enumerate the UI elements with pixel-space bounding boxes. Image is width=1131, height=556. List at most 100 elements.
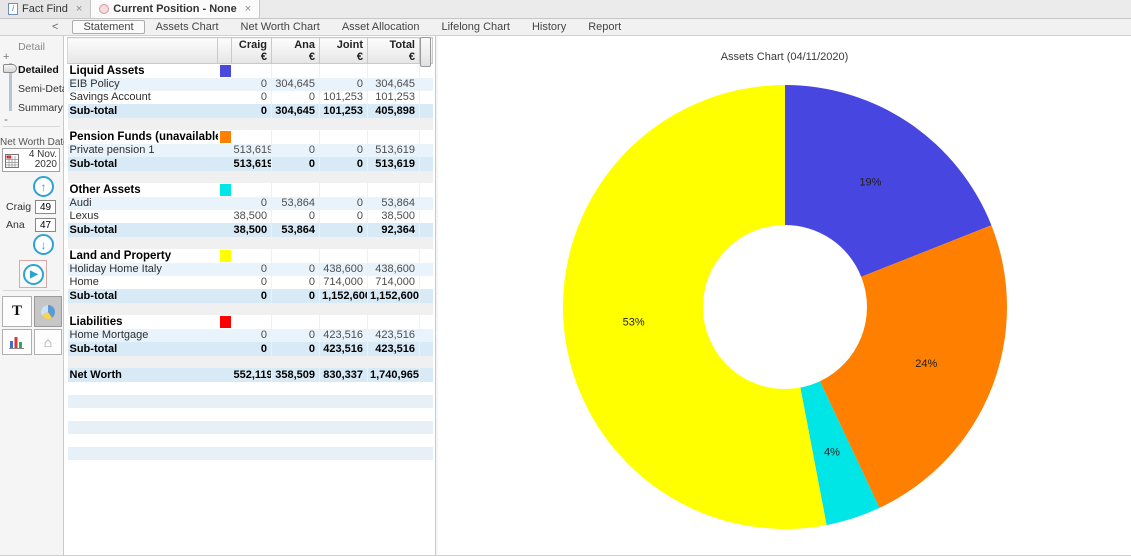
asset-row[interactable]: Home Mortgage00423,516423,516: [68, 329, 433, 342]
empty-cell: [368, 315, 420, 329]
asset-value: 714,000: [368, 276, 420, 289]
asset-row[interactable]: Savings Account00101,253101,253: [68, 91, 433, 104]
empty-row: [68, 408, 433, 421]
asset-value: 513,619: [368, 144, 420, 157]
filler-cell: [420, 130, 433, 144]
asset-value: 0: [272, 144, 320, 157]
collapse-chevron-icon[interactable]: <: [52, 21, 58, 33]
age-up-button[interactable]: ↑: [33, 176, 54, 197]
view-tab-net-worth-chart[interactable]: Net Worth Chart: [230, 20, 331, 34]
close-icon[interactable]: ×: [76, 3, 82, 15]
net-worth-date-value: 4 Nov. 2020: [19, 150, 57, 170]
filler-cell: [420, 104, 433, 118]
view-tool-buttons: T: [2, 296, 62, 355]
swatch-cell: [218, 289, 232, 303]
subtotal-value: 0: [320, 223, 368, 237]
pie-chart-view-button[interactable]: [34, 296, 62, 327]
text-view-button[interactable]: T: [2, 296, 32, 327]
asset-row[interactable]: EIB Policy0304,6450304,645: [68, 78, 433, 91]
empty-cell: [320, 130, 368, 144]
swatch-cell: [218, 263, 232, 276]
asset-value: 0: [232, 276, 272, 289]
asset-value: 0: [272, 329, 320, 342]
subtotal-value: 0: [272, 289, 320, 303]
sidebar: Detail + DetailedSemi-DetailSummary - Ne…: [0, 36, 64, 556]
vertical-scrollbar-thumb[interactable]: [420, 37, 431, 67]
detail-decrease-label[interactable]: -: [4, 112, 8, 126]
subtotal-label: Sub-total: [68, 342, 218, 356]
subtotal-value: 405,898: [368, 104, 420, 118]
empty-cell: [232, 64, 272, 78]
section-gap: [68, 118, 433, 130]
view-tab-lifelong-chart[interactable]: Lifelong Chart: [430, 20, 521, 34]
view-tab-history[interactable]: History: [521, 20, 577, 34]
currency-symbol: €: [322, 51, 363, 63]
craig-age-input[interactable]: [35, 200, 56, 214]
column-header-name: Craig: [234, 39, 267, 51]
net-worth-date-year: 2020: [19, 160, 57, 170]
asset-name: Home Mortgage: [68, 329, 218, 342]
net-worth-value: 358,509: [272, 368, 320, 382]
section-color-swatch: [220, 184, 231, 196]
ana-age-input[interactable]: [35, 218, 56, 232]
current-position-icon: [99, 4, 109, 14]
currency-symbol: €: [274, 51, 315, 63]
filler-cell: [420, 183, 433, 197]
window-tab-fact-find[interactable]: iFact Find×: [0, 0, 91, 18]
view-tab-report[interactable]: Report: [577, 20, 632, 34]
subtotal-value: 513,619: [232, 157, 272, 171]
net-worth-date-picker[interactable]: 4 Nov. 2020: [2, 148, 60, 172]
filler-cell: [420, 78, 433, 91]
asset-value: 0: [232, 263, 272, 276]
assets-donut-chart: 19%24%4%53%: [555, 77, 1015, 537]
subtotal-label: Sub-total: [68, 289, 218, 303]
empty-cell: [320, 64, 368, 78]
currency-symbol: €: [234, 51, 267, 63]
view-tab-asset-allocation[interactable]: Asset Allocation: [331, 20, 431, 34]
asset-value: 438,600: [368, 263, 420, 276]
view-tab-statement[interactable]: Statement: [72, 20, 144, 34]
sidebar-divider: [3, 126, 60, 127]
filler-cell: [420, 91, 433, 104]
asset-value: 0: [320, 144, 368, 157]
subtotal-value: 0: [232, 342, 272, 356]
section-gap: [68, 356, 433, 368]
column-header-joint[interactable]: Joint€: [320, 38, 368, 64]
asset-row[interactable]: Lexus38,5000038,500: [68, 210, 433, 223]
column-header-swatch: [218, 38, 232, 64]
subtotal-label: Sub-total: [68, 157, 218, 171]
detail-increase-label[interactable]: +: [3, 51, 9, 63]
section-gap: [68, 237, 433, 249]
swatch-cell: [218, 144, 232, 157]
swatch-cell: [218, 91, 232, 104]
section-title: Other Assets: [68, 183, 218, 197]
empty-cell: [272, 130, 320, 144]
close-icon[interactable]: ×: [245, 3, 251, 15]
column-header-ana[interactable]: Ana€: [272, 38, 320, 64]
chart-title: Assets Chart (04/11/2020): [438, 51, 1131, 63]
bar-chart-view-button[interactable]: [2, 329, 32, 355]
asset-value: 438,600: [320, 263, 368, 276]
column-header-craig[interactable]: Craig€: [232, 38, 272, 64]
home-view-button[interactable]: ⌂: [34, 329, 62, 355]
net-worth-value: 552,119: [232, 368, 272, 382]
asset-row[interactable]: Home00714,000714,000: [68, 276, 433, 289]
asset-name: Audi: [68, 197, 218, 210]
detail-slider-thumb[interactable]: [3, 64, 17, 73]
asset-value: 304,645: [272, 78, 320, 91]
empty-cell: [232, 130, 272, 144]
subtotal-label: Sub-total: [68, 104, 218, 118]
window-tab-current-position-none[interactable]: Current Position - None ×: [91, 0, 260, 18]
asset-value: 53,864: [368, 197, 420, 210]
column-header-total[interactable]: Total€: [368, 38, 420, 64]
asset-row[interactable]: Private pension 1513,61900513,619: [68, 144, 433, 157]
play-button[interactable]: ▶: [19, 260, 47, 288]
asset-row[interactable]: Holiday Home Italy00438,600438,600: [68, 263, 433, 276]
window-tab-label: Current Position - None: [113, 3, 236, 15]
view-tab-assets-chart[interactable]: Assets Chart: [145, 20, 230, 34]
subtotal-value: 38,500: [232, 223, 272, 237]
age-down-button[interactable]: ↓: [33, 234, 54, 255]
asset-row[interactable]: Audi053,864053,864: [68, 197, 433, 210]
calendar-icon: [5, 152, 19, 168]
app-window: iFact Find× Current Position - None × < St…: [0, 0, 1131, 556]
